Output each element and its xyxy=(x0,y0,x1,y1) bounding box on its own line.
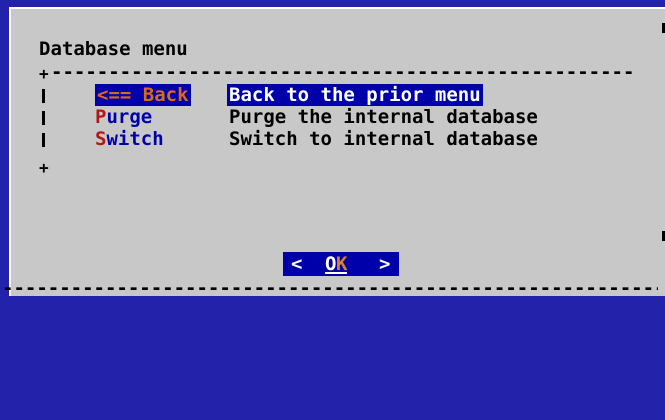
list-left-border xyxy=(42,111,45,125)
ok-button[interactable]: < O K > xyxy=(283,252,399,276)
menu-item-description: Switch to internal database xyxy=(229,128,538,150)
menu-item-description: Back to the prior menu xyxy=(227,84,483,106)
dialog-bottom-border: ----------------------------------------… xyxy=(2,278,658,298)
dialog-title: Database menu xyxy=(39,38,188,60)
menu-item-tag: Purge xyxy=(95,106,153,128)
menu-item-description: Purge the internal database xyxy=(229,106,538,128)
ok-right-arrow: > xyxy=(379,253,391,275)
menu-item-tag: Switch xyxy=(95,128,164,150)
list-top-border: ----------------------------------------… xyxy=(51,62,633,82)
database-menu-dialog: Database menu + ------------------------… xyxy=(2,7,665,298)
menu-item-tag: <== Back xyxy=(95,84,191,106)
list-top-corner: + xyxy=(39,64,49,83)
ok-hotkey-underline xyxy=(325,272,347,274)
list-left-border xyxy=(42,133,45,147)
ok-left-arrow: < xyxy=(291,253,303,275)
list-left-border xyxy=(42,89,45,103)
list-bottom-corner: + xyxy=(39,158,49,177)
